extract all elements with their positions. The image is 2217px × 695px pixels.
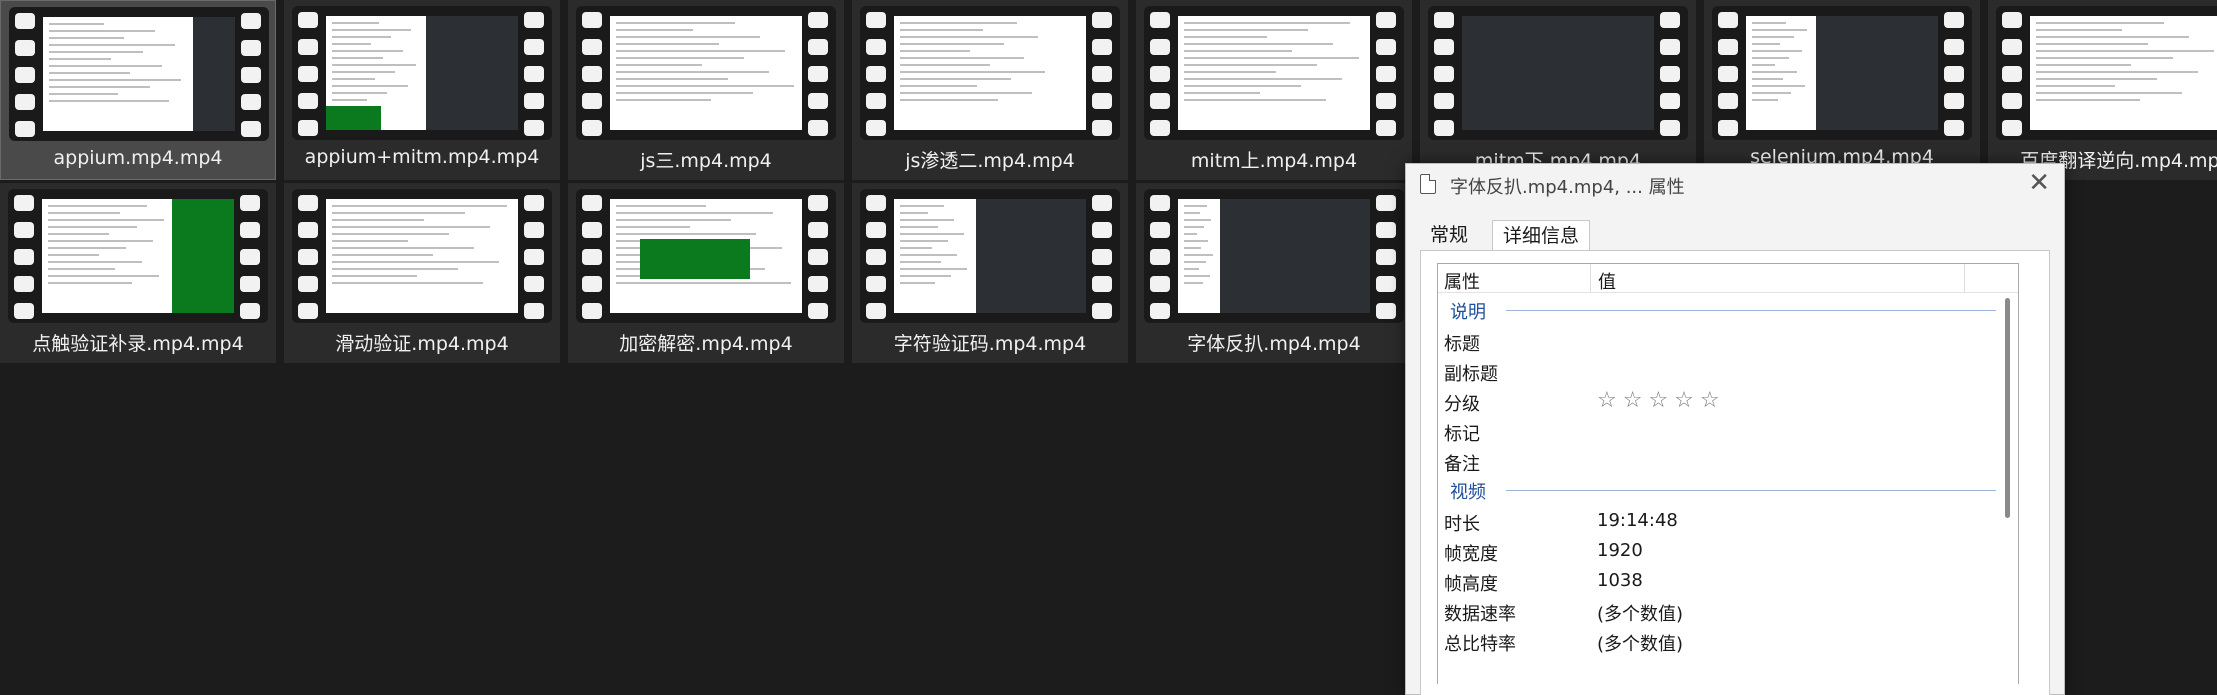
- property-list[interactable]: 属性 值 说明标题副标题分级 ☆☆☆☆☆ 标记备注视频时长 19:14:48 帧宽度 19…: [1437, 263, 2019, 684]
- property-row[interactable]: 数据速率 (多个数值): [1438, 598, 1996, 628]
- video-file-tile[interactable]: 点触验证补录.mp4.mp4: [0, 183, 276, 363]
- file-name-label: js三.mp4.mp4: [640, 150, 772, 172]
- property-row[interactable]: 副标题: [1438, 358, 1996, 388]
- property-value: (多个数值): [1597, 634, 1684, 655]
- property-row[interactable]: 标题: [1438, 328, 1996, 358]
- file-name-label: appium.mp4.mp4: [53, 147, 223, 169]
- file-name-label: 加密解密.mp4.mp4: [619, 333, 793, 355]
- property-row[interactable]: 时长 19:14:48: [1438, 508, 1996, 538]
- video-thumbnail-icon: [576, 6, 836, 140]
- group-video-label: 视频: [1450, 478, 1494, 504]
- video-file-tile[interactable]: selenium.mp4.mp4: [1704, 0, 1980, 180]
- property-key: 总比特率: [1444, 634, 1516, 655]
- file-name-label: 滑动验证.mp4.mp4: [335, 333, 509, 355]
- file-name-label: js渗透二.mp4.mp4: [905, 150, 1075, 172]
- video-thumbnail-icon: [292, 6, 552, 140]
- list-header: 属性 值: [1438, 264, 2018, 293]
- video-thumbnail-icon: [1144, 6, 1404, 140]
- property-key: 帧高度: [1444, 574, 1498, 595]
- property-value: 1038: [1597, 570, 1643, 591]
- video-thumbnail-icon: [576, 189, 836, 323]
- property-key: 标题: [1444, 334, 1480, 355]
- group-video: 视频: [1450, 478, 1996, 504]
- video-file-tile[interactable]: mitm下.mp4.mp4: [1420, 0, 1696, 180]
- video-thumbnail-icon: [860, 6, 1120, 140]
- video-file-tile[interactable]: 加密解密.mp4.mp4: [568, 183, 844, 363]
- property-value: 1920: [1597, 540, 1643, 561]
- video-file-tile[interactable]: appium+mitm.mp4.mp4: [284, 0, 560, 180]
- rating-stars[interactable]: ☆☆☆☆☆: [1597, 388, 1726, 413]
- video-file-tile[interactable]: js渗透二.mp4.mp4: [852, 0, 1128, 180]
- file-name-label: 字符验证码.mp4.mp4: [893, 333, 1087, 355]
- dialog-title: 字体反扒.mp4.mp4, ... 属性: [1450, 177, 1685, 198]
- property-row[interactable]: 帧高度 1038: [1438, 568, 1996, 598]
- property-row[interactable]: 标记: [1438, 418, 1996, 448]
- dialog-titlebar[interactable]: 字体反扒.mp4.mp4, ... 属性 ✕: [1406, 164, 2064, 206]
- scrollbar-thumb[interactable]: [2005, 298, 2010, 518]
- close-icon[interactable]: ✕: [2028, 168, 2050, 198]
- property-key: 标记: [1444, 424, 1480, 445]
- video-file-tile[interactable]: 滑动验证.mp4.mp4: [284, 183, 560, 363]
- property-key: 副标题: [1444, 364, 1498, 385]
- file-name-label: 字体反扒.mp4.mp4: [1187, 333, 1361, 355]
- video-file-tile[interactable]: 百度翻译逆向.mp4.mp4: [1988, 0, 2217, 180]
- video-thumbnail-icon: [9, 7, 269, 141]
- video-file-tile[interactable]: mitm上.mp4.mp4: [1136, 0, 1412, 180]
- properties-dialog: 字体反扒.mp4.mp4, ... 属性 ✕ 常规 详细信息 属性 值 说明标题…: [1405, 163, 2065, 695]
- file-name-label: mitm上.mp4.mp4: [1190, 150, 1358, 172]
- property-key: 备注: [1444, 454, 1480, 475]
- vertical-scrollbar[interactable]: [2002, 298, 2014, 684]
- property-row[interactable]: 分级 ☆☆☆☆☆: [1438, 388, 1996, 418]
- video-thumbnail-icon: [1712, 6, 1972, 140]
- file-name-label: appium+mitm.mp4.mp4: [304, 146, 540, 168]
- details-panel: 属性 值 说明标题副标题分级 ☆☆☆☆☆ 标记备注视频时长 19:14:48 帧宽度 19…: [1420, 250, 2050, 695]
- tab-details[interactable]: 详细信息: [1492, 220, 1591, 252]
- tab-general[interactable]: 常规: [1420, 220, 1478, 250]
- property-key: 帧宽度: [1444, 544, 1498, 565]
- video-file-tile[interactable]: 字体反扒.mp4.mp4: [1136, 183, 1412, 363]
- video-thumbnail-icon: [860, 189, 1120, 323]
- property-row[interactable]: 备注: [1438, 448, 1996, 478]
- property-row[interactable]: 帧宽度 1920: [1438, 538, 1996, 568]
- property-value: 19:14:48: [1597, 510, 1678, 531]
- video-file-tile[interactable]: js三.mp4.mp4: [568, 0, 844, 180]
- video-thumbnail-icon: [8, 189, 268, 323]
- video-thumbnail-icon: [1428, 6, 1688, 140]
- group-description: 说明: [1450, 298, 1996, 324]
- video-thumbnail-icon: [292, 189, 552, 323]
- group-description-label: 说明: [1450, 298, 1494, 324]
- video-file-tile[interactable]: 字符验证码.mp4.mp4: [852, 183, 1128, 363]
- property-value: (多个数值): [1597, 604, 1684, 625]
- property-row[interactable]: 总比特率 (多个数值): [1438, 628, 1996, 658]
- column-header-property[interactable]: 属性: [1444, 268, 1480, 294]
- video-file-tile[interactable]: appium.mp4.mp4: [0, 0, 276, 180]
- document-icon: [1420, 174, 1436, 194]
- property-key: 数据速率: [1444, 604, 1516, 625]
- column-header-value[interactable]: 值: [1598, 268, 1616, 294]
- video-thumbnail-icon: [1996, 6, 2217, 140]
- property-key: 分级: [1444, 394, 1480, 415]
- property-key: 时长: [1444, 514, 1480, 535]
- video-thumbnail-icon: [1144, 189, 1404, 323]
- file-name-label: 点触验证补录.mp4.mp4: [32, 333, 244, 355]
